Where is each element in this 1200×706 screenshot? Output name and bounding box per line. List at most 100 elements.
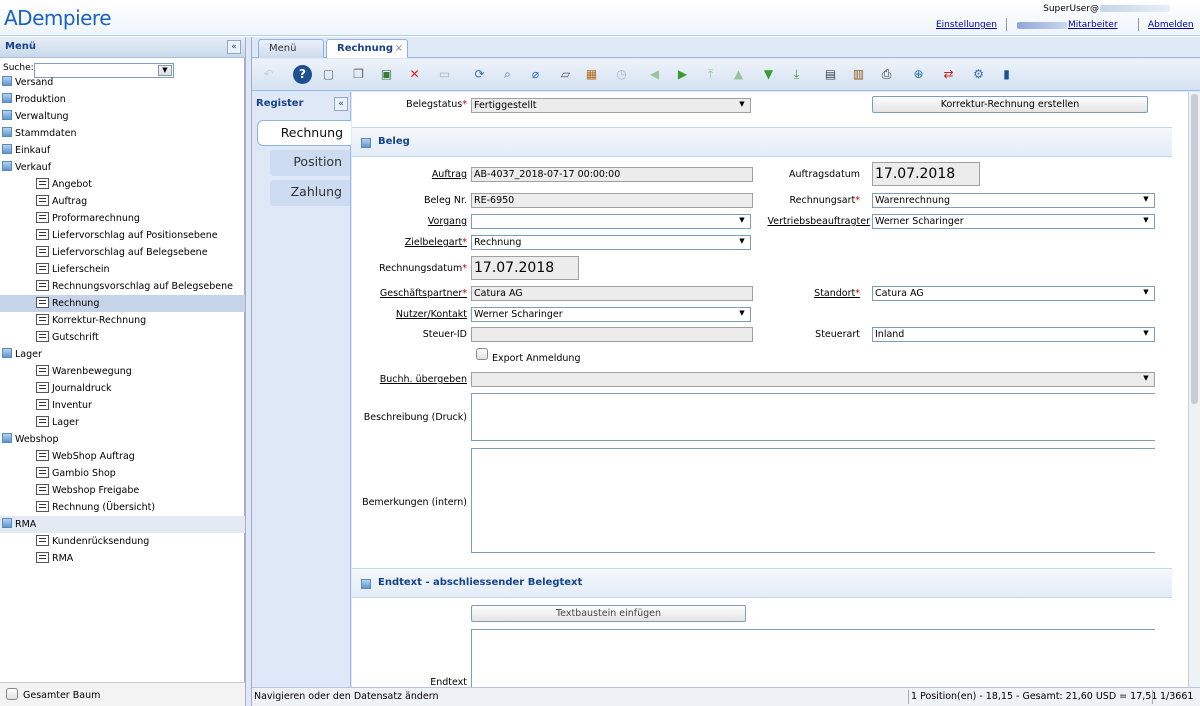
geschaeftspartner-label[interactable]: Geschäftspartner* [380, 288, 467, 299]
form-scrollbar[interactable] [1188, 92, 1200, 687]
previous-record-icon[interactable]: ▲ [729, 65, 748, 84]
menu-item[interactable]: Rechnungsvorschlag auf Belegsebene [0, 278, 245, 295]
next-record-icon[interactable]: ▼ [759, 65, 778, 84]
nutzer-kontakt-select[interactable]: Werner Scharinger ▼ [471, 307, 751, 322]
record-counter[interactable]: 1/3661 [1160, 691, 1193, 702]
menu-folder[interactable]: Verwaltung [0, 108, 245, 125]
help-icon[interactable]: ? [293, 65, 312, 84]
menu-folder[interactable]: Versand [0, 74, 245, 91]
register-tab-rechnung[interactable]: Rechnung [257, 120, 351, 146]
buchh-uebergeben-label[interactable]: Buchh. übergeben [380, 374, 467, 385]
menu-folder[interactable]: Verkauf [0, 159, 245, 176]
menu-item[interactable]: Angebot [0, 176, 245, 193]
menu-item[interactable]: Auftrag [0, 193, 245, 210]
menu-folder[interactable]: Lager [0, 346, 245, 363]
menu-item[interactable]: Journaldruck [0, 380, 245, 397]
logout-link[interactable]: Abmelden [1148, 20, 1194, 30]
workflow-icon[interactable]: ⇄ [939, 65, 958, 84]
find-icon[interactable]: ⌕ [498, 65, 517, 84]
menu-item[interactable]: Liefervorschlag auf Positionsebene [0, 227, 245, 244]
menu-item[interactable]: Korrektur-Rechnung [0, 312, 245, 329]
belegstatus-select[interactable]: Fertiggestellt ▼ [471, 98, 751, 113]
buchh-uebergeben-select[interactable]: ▼ [471, 372, 1155, 387]
panel-splitter[interactable] [245, 37, 252, 706]
grid-toggle-icon[interactable]: ▦ [582, 65, 601, 84]
vertriebsbeauftragter-select[interactable]: Werner Scharinger ▼ [872, 214, 1155, 229]
register-tab-position[interactable]: Position [270, 150, 350, 176]
attachment-icon[interactable]: ⌀ [526, 65, 545, 84]
save-and-new-icon[interactable]: ▣ [377, 65, 396, 84]
vorgang-label[interactable]: Vorgang [428, 216, 467, 227]
zielbelegart-label[interactable]: Zielbelegart* [405, 237, 467, 248]
endtext-textarea[interactable] [471, 629, 1155, 687]
exit-icon[interactable]: ▮ [997, 65, 1016, 84]
first-record-icon[interactable]: ⤒ [701, 65, 720, 84]
standort-select[interactable]: Catura AG ▼ [872, 286, 1155, 301]
menu-item[interactable]: Gutschrift [0, 329, 245, 346]
tab-rechnung[interactable]: Rechnung × [326, 39, 408, 58]
export-anmeldung-checkbox[interactable] [476, 348, 488, 360]
geschaeftspartner-field[interactable]: Catura AG [471, 286, 753, 301]
history-icon[interactable]: ◷ [612, 65, 631, 84]
menu-item[interactable]: Proformarechnung [0, 210, 245, 227]
undo-icon[interactable]: ↶ [259, 65, 278, 84]
save-icon[interactable]: ▭ [435, 65, 454, 84]
delete-icon[interactable]: ✕ [405, 65, 424, 84]
menu-item[interactable]: Rechnung (Übersicht) [0, 499, 245, 516]
menu-item[interactable]: Liefervorschlag auf Belegsebene [0, 244, 245, 261]
vorgang-select[interactable]: ▼ [471, 214, 751, 229]
parent-record-icon[interactable]: ◀ [645, 65, 664, 84]
auftrag-field[interactable]: AB-4037_2018-07-17 00:00:00 [471, 167, 753, 182]
zielbelegart-select[interactable]: Rechnung ▼ [471, 235, 751, 250]
zoom-across-icon[interactable]: ⊕ [909, 65, 928, 84]
standort-label[interactable]: Standort* [814, 288, 860, 299]
full-tree-checkbox[interactable] [6, 688, 18, 700]
close-icon[interactable]: × [395, 40, 403, 57]
textbaustein-button[interactable]: Textbaustein einfügen [471, 605, 746, 622]
refresh-icon[interactable]: ⟳ [470, 65, 489, 84]
collapse-register-button[interactable]: « [334, 97, 348, 111]
tab-menu[interactable]: Menü (93) [258, 39, 324, 71]
menu-item[interactable]: Lager [0, 414, 245, 431]
korrektur-rechnung-button[interactable]: Korrektur-Rechnung erstellen [872, 96, 1148, 113]
print-icon[interactable]: ⎙ [877, 65, 896, 84]
detail-record-icon[interactable]: ▶ [673, 65, 692, 84]
menu-item[interactable]: Kundenrücksendung [0, 533, 245, 550]
menu-item[interactable]: Warenbewegung [0, 363, 245, 380]
menu-item[interactable]: RMA [0, 550, 245, 567]
copy-icon[interactable]: ❐ [349, 65, 368, 84]
vertriebsbeauftragter-label[interactable]: Vertriebsbeauftragter [768, 216, 870, 227]
register-tab-zahlung[interactable]: Zahlung [270, 180, 350, 206]
report-icon[interactable]: ▤ [821, 65, 840, 84]
menu-folder[interactable]: Produktion [0, 91, 245, 108]
beleg-nr-field[interactable]: RE-6950 [471, 193, 753, 208]
chat-icon[interactable]: ▱ [556, 65, 575, 84]
menu-item[interactable]: Rechnung [0, 295, 245, 312]
menu-item[interactable]: Lieferschein [0, 261, 245, 278]
menu-folder[interactable]: RMA [0, 516, 245, 533]
nutzer-kontakt-label[interactable]: Nutzer/Kontakt [396, 309, 467, 320]
beschreibung-textarea[interactable] [471, 393, 1155, 441]
auftragsdatum-field[interactable]: 17.07.2018 [872, 162, 980, 186]
menu-item[interactable]: Gambio Shop [0, 465, 245, 482]
menu-item[interactable]: Inventur [0, 397, 245, 414]
menu-item[interactable]: WebShop Auftrag [0, 448, 245, 465]
auftrag-label[interactable]: Auftrag [432, 169, 467, 180]
scrollbar-thumb[interactable] [1191, 94, 1198, 404]
menu-folder[interactable]: Einkauf [0, 142, 245, 159]
role-link[interactable]: Mitarbeiter [1068, 20, 1118, 30]
collapse-menu-button[interactable]: « [227, 40, 241, 54]
rechnungsdatum-field[interactable]: 17.07.2018 [471, 256, 579, 280]
section-beleg[interactable]: Beleg [352, 127, 1172, 157]
new-icon[interactable]: ▢ [319, 65, 338, 84]
last-record-icon[interactable]: ⤓ [787, 65, 806, 84]
process-icon[interactable]: ⚙ [969, 65, 988, 84]
steuerart-select[interactable]: Inland ▼ [872, 327, 1155, 342]
settings-link[interactable]: Einstellungen [936, 20, 997, 30]
menu-folder[interactable]: Stammdaten [0, 125, 245, 142]
rechnungsart-select[interactable]: Warenrechnung ▼ [872, 193, 1155, 208]
menu-item[interactable]: Webshop Freigabe [0, 482, 245, 499]
archive-icon[interactable]: ▥ [849, 65, 868, 84]
bemerkungen-textarea[interactable] [471, 448, 1155, 553]
menu-folder[interactable]: Webshop [0, 431, 245, 448]
